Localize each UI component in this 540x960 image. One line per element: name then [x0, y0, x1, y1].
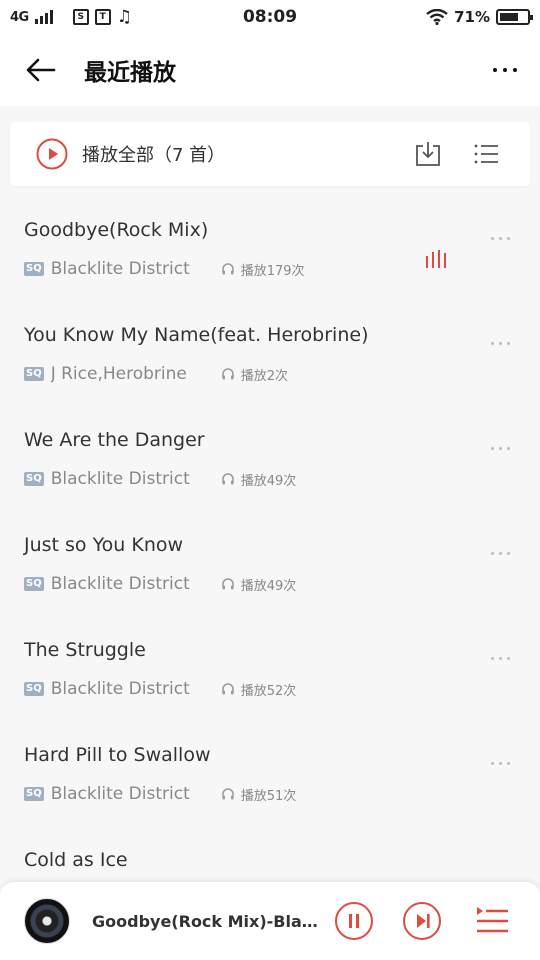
network-type: 4G — [10, 9, 29, 25]
battery-icon — [496, 9, 533, 25]
song-title: Hard Pill to Swallow — [24, 744, 211, 766]
song-title: Goodbye(Rock Mix) — [24, 219, 209, 241]
signal-icon — [34, 10, 53, 24]
song-more-button[interactable] — [491, 546, 510, 561]
song-row[interactable]: Just so You Know SQ Blacklite District 播… — [0, 510, 540, 615]
status-right: 71% — [426, 8, 533, 26]
pause-icon[interactable] — [334, 901, 374, 941]
dot-icon — [513, 68, 517, 72]
dot-icon — [503, 68, 507, 72]
play-count: 播放51次 — [221, 785, 297, 804]
song-title: You Know My Name(feat. Herobrine) — [24, 324, 369, 346]
dot-icon — [493, 68, 497, 72]
song-meta: SQ Blacklite District 播放52次 — [24, 679, 296, 699]
play-count-text: 播放51次 — [240, 788, 297, 804]
sq-quality-badge: SQ — [24, 787, 44, 801]
song-artist: J Rice,Herobrine — [50, 364, 187, 384]
multi-select-list-icon[interactable] — [472, 140, 500, 168]
sq-quality-badge: SQ — [24, 262, 44, 276]
song-row[interactable]: We Are the Danger SQ Blacklite District … — [0, 405, 540, 510]
wifi-icon — [426, 9, 448, 25]
sq-quality-badge: SQ — [24, 577, 44, 591]
song-meta: SQ Blacklite District 播放49次 — [24, 574, 296, 594]
song-title: Cold as Ice — [24, 849, 128, 871]
headphones-icon — [221, 368, 234, 380]
play-count: 播放2次 — [221, 365, 288, 384]
app-header: 最近播放 — [0, 34, 540, 106]
play-count: 播放52次 — [221, 680, 297, 699]
download-icon[interactable] — [414, 140, 442, 168]
headphones-icon — [221, 683, 234, 695]
status-left: 4G S T ♫ — [10, 7, 210, 27]
sim-icon: S — [72, 9, 89, 25]
now-playing-bars-icon — [426, 250, 446, 268]
play-count: 播放49次 — [221, 470, 297, 489]
mini-player: Goodbye(Rock Mix)-Blackl... — [0, 882, 540, 960]
song-row[interactable]: You Know My Name(feat. Herobrine) SQ J R… — [0, 300, 540, 405]
song-artist: Blacklite District — [50, 784, 190, 804]
song-artist: Blacklite District — [50, 469, 190, 489]
play-count-text: 播放49次 — [240, 578, 297, 594]
headphones-icon — [221, 788, 234, 800]
play-count-text: 播放179次 — [240, 263, 305, 279]
play-all-label[interactable]: 播放全部（7 首） — [82, 141, 225, 167]
battery-fill — [500, 13, 519, 21]
playlist-queue-icon[interactable] — [474, 903, 510, 939]
song-more-button[interactable] — [491, 441, 510, 456]
arrow-left-icon — [26, 58, 56, 82]
song-artist: Blacklite District — [50, 259, 190, 279]
next-track-icon[interactable] — [402, 901, 442, 941]
song-artist: Blacklite District — [50, 679, 190, 699]
song-meta: SQ Blacklite District 播放179次 — [24, 259, 305, 279]
play-count-text: 播放49次 — [240, 473, 297, 489]
play-count-text: 播放52次 — [240, 683, 297, 699]
play-count: 播放179次 — [221, 260, 305, 279]
song-row[interactable]: The Struggle SQ Blacklite District 播放52次 — [0, 615, 540, 720]
more-options-button[interactable] — [470, 34, 540, 106]
play-count: 播放49次 — [221, 575, 297, 594]
music-note-icon: ♫ — [116, 7, 132, 27]
song-row[interactable]: Goodbye(Rock Mix) SQ Blacklite District … — [0, 195, 540, 300]
ticket-icon: T — [94, 9, 111, 25]
play-count-text: 播放2次 — [240, 368, 288, 384]
album-cover[interactable] — [24, 898, 70, 944]
song-more-button[interactable] — [491, 756, 510, 771]
song-more-button[interactable] — [491, 651, 510, 666]
sq-quality-badge: SQ — [24, 367, 44, 381]
sq-quality-badge: SQ — [24, 472, 44, 486]
sq-quality-badge: SQ — [24, 682, 44, 696]
back-button[interactable] — [0, 34, 84, 106]
song-artist: Blacklite District — [50, 574, 190, 594]
song-meta: SQ Blacklite District 播放51次 — [24, 784, 296, 804]
play-all-bar: 播放全部（7 首） — [10, 122, 530, 186]
recent-plays-screen: 4G S T ♫ 08:09 71% 最近播放 播放全部（7 首） Goodby… — [0, 0, 540, 960]
song-more-button[interactable] — [491, 231, 510, 246]
song-meta: SQ Blacklite District 播放49次 — [24, 469, 296, 489]
battery-percent: 71% — [454, 8, 490, 26]
now-playing-title[interactable]: Goodbye(Rock Mix)-Blackl... — [92, 912, 320, 931]
status-bar: 4G S T ♫ 08:09 71% — [0, 0, 540, 34]
song-meta: SQ J Rice,Herobrine 播放2次 — [24, 364, 288, 384]
song-list: Goodbye(Rock Mix) SQ Blacklite District … — [0, 195, 540, 930]
headphones-icon — [221, 473, 234, 485]
play-all-actions — [414, 140, 530, 168]
headphones-icon — [221, 263, 234, 275]
song-title: Just so You Know — [24, 534, 184, 556]
play-circle-icon[interactable] — [36, 138, 68, 170]
headphones-icon — [221, 578, 234, 590]
song-title: We Are the Danger — [24, 429, 205, 451]
song-more-button[interactable] — [491, 336, 510, 351]
song-title: The Struggle — [24, 639, 146, 661]
song-row[interactable]: Hard Pill to Swallow SQ Blacklite Distri… — [0, 720, 540, 825]
page-title: 最近播放 — [84, 60, 176, 86]
